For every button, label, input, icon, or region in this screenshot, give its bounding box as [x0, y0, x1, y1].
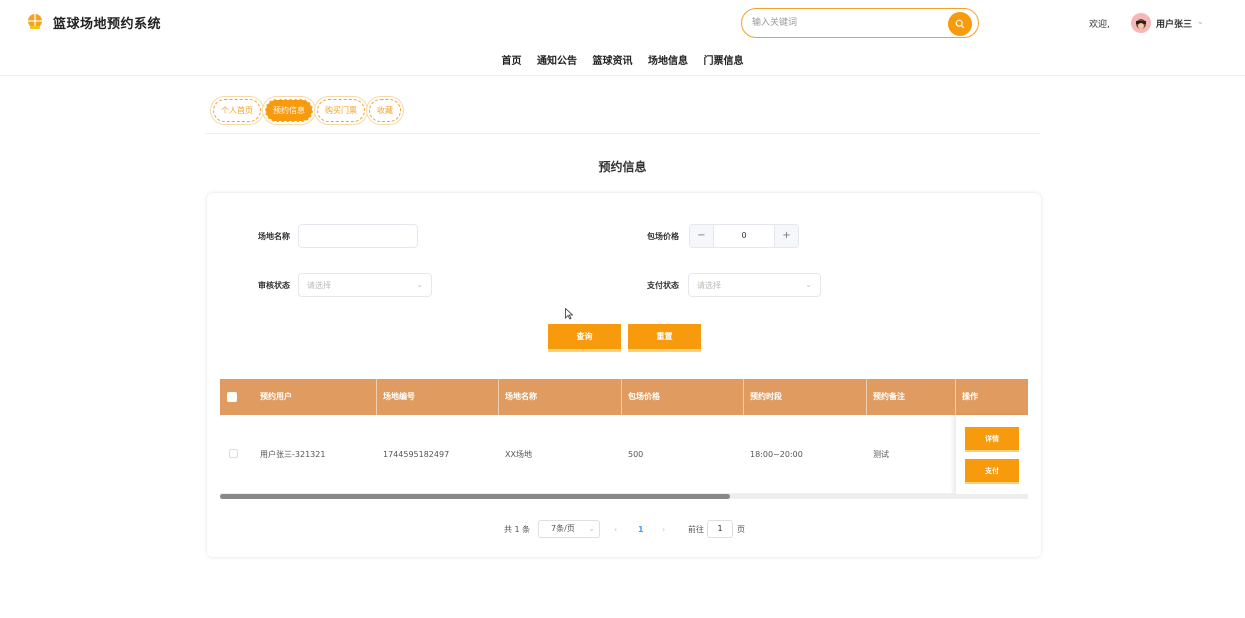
select-all-checkbox[interactable]: [227, 392, 237, 402]
column-header: 操作: [962, 392, 978, 401]
page-size-select[interactable]: 7条/页 ⌄: [538, 520, 600, 538]
chevron-down-icon: ⌄: [416, 280, 423, 289]
nav-item-tickets[interactable]: 门票信息: [703, 50, 743, 74]
cell-venue-no: 1744595182497: [383, 450, 450, 459]
search-box: [741, 8, 979, 38]
pay-button[interactable]: 支付: [965, 459, 1019, 484]
goto-page-input[interactable]: 1: [707, 520, 733, 538]
column-header[interactable]: 预约时段: [744, 379, 867, 415]
welcome-text: 欢迎,: [1089, 20, 1110, 30]
search-input[interactable]: [752, 14, 942, 32]
pay-status-label: 支付状态: [647, 281, 679, 290]
username[interactable]: 用户张三: [1156, 17, 1192, 30]
cell-venue-name: XX场地: [505, 450, 532, 459]
horizontal-scrollbar[interactable]: [220, 494, 1028, 499]
top-bar: 篮球场地预约系统 欢迎, 用户张三 ⌄: [0, 0, 1245, 46]
column-header[interactable]: 预约用户: [254, 379, 377, 415]
review-status-placeholder: 请选择: [307, 281, 331, 290]
prev-page-icon[interactable]: ‹: [614, 520, 617, 540]
table-header: 预约用户 场地编号 场地名称 包场价格 预约时段 预约备注 操作: [220, 379, 1028, 415]
page-title: 预约信息: [598, 160, 647, 174]
price-value[interactable]: 0: [714, 225, 774, 247]
tab-buy-tickets[interactable]: 购买门票: [317, 99, 365, 122]
tab-favorites[interactable]: 收藏: [369, 99, 401, 122]
increment-button[interactable]: +: [774, 225, 798, 247]
nav-item-home[interactable]: 首页: [502, 50, 522, 74]
page-size-value: 7条/页: [551, 524, 575, 533]
search-button[interactable]: [948, 12, 972, 36]
cell-price: 500: [628, 450, 644, 459]
venue-name-field-wrap: [298, 224, 418, 248]
mouse-cursor-icon: [565, 308, 573, 320]
tab-reservations[interactable]: 预约信息: [265, 99, 313, 122]
goto-label: 前往: [688, 525, 704, 534]
column-header[interactable]: 场地编号: [377, 379, 499, 415]
chevron-down-icon: ⌄: [588, 524, 595, 533]
site-title[interactable]: 篮球场地预约系统: [53, 13, 161, 32]
nav-item-notices[interactable]: 通知公告: [537, 50, 577, 74]
pay-status-select[interactable]: 请选择 ⌄: [688, 273, 821, 297]
review-status-select[interactable]: 请选择 ⌄: [298, 273, 432, 297]
page-suffix: 页: [737, 525, 745, 534]
user-avatar-icon: [1136, 19, 1146, 29]
venue-name-field[interactable]: [299, 225, 417, 247]
tab-personal-home[interactable]: 个人首页: [213, 99, 261, 122]
main-nav: 首页 通知公告 篮球资讯 场地信息 门票信息: [0, 50, 1245, 76]
total-count: 共 1 条: [504, 525, 531, 534]
search-icon: [955, 19, 965, 29]
cell-user: 用户张三-321321: [260, 450, 326, 459]
avatar[interactable]: [1131, 13, 1151, 33]
reset-button[interactable]: 重置: [628, 324, 701, 352]
chevron-down-icon: ⌄: [805, 280, 812, 289]
column-header[interactable]: 场地名称: [499, 379, 622, 415]
user-center-tabs: 个人首页 预约信息 购买门票 收藏: [213, 99, 401, 122]
column-header[interactable]: 包场价格: [622, 379, 744, 415]
chevron-down-icon[interactable]: ⌄: [1197, 17, 1204, 26]
nav-item-venues[interactable]: 场地信息: [648, 50, 688, 74]
actions-column: 详情 支付: [956, 415, 1028, 494]
price-label: 包场价格: [647, 232, 679, 241]
column-header[interactable]: 预约备注: [867, 379, 956, 415]
detail-button[interactable]: 详情: [965, 427, 1019, 452]
page-number[interactable]: 1: [638, 520, 644, 540]
row-checkbox[interactable]: [229, 449, 238, 458]
review-status-label: 审核状态: [258, 281, 290, 290]
venue-name-label: 场地名称: [258, 232, 290, 241]
price-stepper: − 0 +: [689, 224, 799, 248]
cell-remark: 测试: [873, 450, 889, 459]
cell-time-slot: 18:00~20:00: [750, 450, 803, 459]
pay-status-placeholder: 请选择: [697, 281, 721, 290]
query-button[interactable]: 查询: [548, 324, 621, 352]
table-row: 用户张三-321321 1744595182497 XX场地 500 18:00…: [220, 415, 1028, 494]
scrollbar-thumb[interactable]: [220, 494, 730, 499]
basketball-logo-icon[interactable]: [26, 13, 44, 31]
nav-item-news[interactable]: 篮球资讯: [593, 50, 633, 74]
decrement-button[interactable]: −: [690, 225, 714, 247]
next-page-icon[interactable]: ›: [662, 520, 665, 540]
divider: [205, 133, 1040, 134]
